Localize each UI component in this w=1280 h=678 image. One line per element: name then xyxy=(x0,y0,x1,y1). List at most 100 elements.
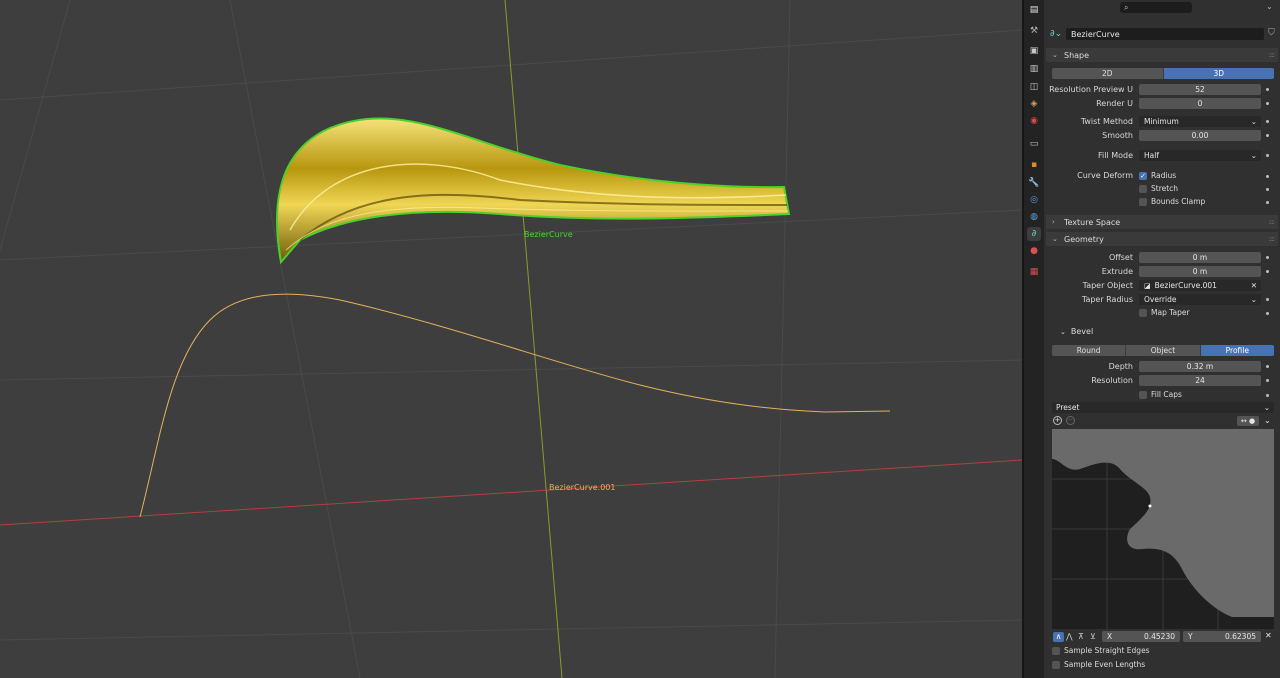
properties-tab-bar: ▤ ⚒ ▣ ▥ ◫ ◈ ◉ ▭ ▪ 🔧 ◎ ◍ ∂ ● ▦ xyxy=(1024,0,1044,678)
fake-user-shield-icon[interactable]: ⛉ xyxy=(1268,28,1278,40)
mode-3d-button[interactable]: 3D xyxy=(1163,68,1274,79)
shape-section-title: Shape xyxy=(1064,50,1090,60)
editor-type-icon[interactable]: ▤ xyxy=(1027,3,1041,17)
taper-object-field[interactable]: ◪ BezierCurve.001 ✕ xyxy=(1139,280,1261,291)
modifier-icon[interactable]: 🔧 xyxy=(1027,176,1041,190)
shape-section-header[interactable]: ⌄ Shape :::: xyxy=(1046,48,1278,62)
sample-straight-edges-checkbox[interactable]: Sample Straight Edges xyxy=(1052,646,1150,655)
keyframe-dot[interactable] xyxy=(1266,201,1269,204)
bevel-subpanel-header[interactable]: ⌄ Bevel xyxy=(1060,327,1093,336)
world-icon[interactable]: ◉ xyxy=(1027,114,1041,128)
stretch-checkbox[interactable]: Stretch xyxy=(1139,184,1178,193)
sample-even-lengths-label: Sample Even Lengths xyxy=(1064,660,1146,669)
collection-icon[interactable]: ▭ xyxy=(1027,137,1041,151)
data-icon[interactable]: ∂ xyxy=(1027,227,1041,241)
zoom-in-icon[interactable]: + xyxy=(1053,416,1062,425)
keyframe-dot[interactable] xyxy=(1266,175,1269,178)
output-icon[interactable]: ▥ xyxy=(1027,62,1041,76)
checkbox-box xyxy=(1052,646,1060,655)
bounds-clamp-checkbox[interactable]: Bounds Clamp xyxy=(1139,197,1205,206)
taper-radius-label: Taper Radius xyxy=(1081,295,1133,304)
bevel-resolution-label: Resolution xyxy=(1091,376,1133,385)
datablock-name-field[interactable]: BezierCurve xyxy=(1066,28,1264,40)
taper-radius-value: Override xyxy=(1144,295,1177,304)
grip-icon[interactable]: :::: xyxy=(1269,51,1276,59)
particles-icon[interactable]: ◎ xyxy=(1027,193,1041,207)
keyframe-dot[interactable] xyxy=(1266,154,1269,157)
keyframe-dot[interactable] xyxy=(1266,256,1269,259)
keyframe-dot[interactable] xyxy=(1266,379,1269,382)
chevron-down-icon: ⌄ xyxy=(1060,327,1066,336)
view-layer-icon[interactable]: ◫ xyxy=(1027,80,1041,94)
bevel-profile-button[interactable]: Profile xyxy=(1200,345,1274,356)
keyframe-dot[interactable] xyxy=(1266,134,1269,137)
twist-method-dropdown[interactable]: Minimum ⌄ xyxy=(1139,116,1261,127)
bounds-clamp-label: Bounds Clamp xyxy=(1151,197,1206,206)
render-icon[interactable]: ▣ xyxy=(1027,44,1041,58)
keyframe-dot[interactable] xyxy=(1266,102,1269,105)
depth-field[interactable]: 0.32 m xyxy=(1139,361,1261,372)
keyframe-dot[interactable] xyxy=(1266,188,1269,191)
radius-checkbox[interactable]: ✓ Radius xyxy=(1139,171,1176,180)
tool-icon[interactable]: ⚒ xyxy=(1027,24,1041,38)
extrude-field[interactable]: 0 m xyxy=(1139,266,1261,277)
preset-dropdown[interactable]: Preset ⌄ xyxy=(1052,402,1274,413)
fill-mode-dropdown[interactable]: Half ⌄ xyxy=(1139,150,1261,161)
material-icon[interactable]: ● xyxy=(1027,244,1041,258)
curve-data-icon[interactable]: ∂⌄ xyxy=(1050,29,1062,39)
keyframe-dot[interactable] xyxy=(1266,312,1269,315)
taper-radius-dropdown[interactable]: Override ⌄ xyxy=(1139,294,1261,305)
geometry-section-header[interactable]: ⌄ Geometry :::: xyxy=(1046,232,1278,246)
profile-control-point[interactable] xyxy=(1148,504,1152,508)
keyframe-dot[interactable] xyxy=(1266,270,1269,273)
delete-point-x-icon[interactable]: ✕ xyxy=(1265,631,1272,640)
y-coordinate-field[interactable]: Y 0.62305 xyxy=(1183,631,1261,642)
profile-curve-widget[interactable] xyxy=(1052,429,1274,629)
zoom-out-icon[interactable]: − xyxy=(1066,416,1075,425)
sample-even-lengths-checkbox[interactable]: Sample Even Lengths xyxy=(1052,660,1145,669)
bevel-round-button[interactable]: Round xyxy=(1052,345,1127,356)
handle-free-icon[interactable]: ⊼ xyxy=(1078,632,1084,641)
handle-aligned-icon[interactable]: ⊻ xyxy=(1090,632,1096,641)
search-input[interactable]: ⌕ xyxy=(1120,2,1192,13)
bezier-curve-object[interactable] xyxy=(275,117,791,265)
scene-icon[interactable]: ◈ xyxy=(1027,97,1041,111)
keyframe-dot[interactable] xyxy=(1266,298,1269,301)
smooth-field[interactable]: 0.00 xyxy=(1139,130,1261,141)
render-u-label: Render U xyxy=(1096,99,1133,108)
keyframe-dot[interactable] xyxy=(1266,365,1269,368)
x-coordinate-field[interactable]: X 0.45230 xyxy=(1102,631,1180,642)
chevron-down-icon[interactable]: ⌄ xyxy=(1264,416,1271,425)
bevel-object-button[interactable]: Object xyxy=(1126,345,1201,356)
map-taper-checkbox[interactable]: Map Taper xyxy=(1139,308,1190,317)
grip-icon[interactable]: :::: xyxy=(1269,235,1276,243)
depth-label: Depth xyxy=(1108,362,1133,371)
texture-space-section-header[interactable]: › Texture Space :::: xyxy=(1046,215,1278,229)
bevel-resolution-field[interactable]: 24 xyxy=(1139,375,1261,386)
chevron-right-icon: › xyxy=(1052,218,1055,226)
flip-icon[interactable]: ↔ ● xyxy=(1237,416,1259,426)
twist-method-label: Twist Method xyxy=(1080,117,1133,126)
taper-curve-object[interactable] xyxy=(139,293,891,518)
checkmark-icon: ✓ xyxy=(1139,171,1147,180)
physics-icon[interactable]: ◍ xyxy=(1027,210,1041,224)
pin-icon[interactable]: ⌄ xyxy=(1266,2,1273,11)
texture-space-title: Texture Space xyxy=(1064,217,1121,227)
texture-icon[interactable]: ▦ xyxy=(1027,265,1041,279)
clear-x-icon[interactable]: ✕ xyxy=(1251,281,1257,290)
keyframe-dot[interactable] xyxy=(1266,120,1269,123)
fill-caps-checkbox[interactable]: Fill Caps xyxy=(1139,390,1182,399)
handle-auto-icon[interactable]: ∧ xyxy=(1053,632,1064,642)
y-axis-line xyxy=(504,0,563,678)
3d-viewport[interactable]: BezierCurve BezierCurve.001 xyxy=(0,0,1022,678)
keyframe-dot[interactable] xyxy=(1266,88,1269,91)
handle-vector-icon[interactable]: ⋀ xyxy=(1066,632,1073,641)
object-icon[interactable]: ▪ xyxy=(1027,158,1041,172)
keyframe-dot[interactable] xyxy=(1266,394,1269,397)
offset-field[interactable]: 0 m xyxy=(1139,252,1261,263)
render-u-field[interactable]: 0 xyxy=(1139,98,1261,109)
geometry-title: Geometry xyxy=(1064,234,1104,244)
resolution-preview-u-field[interactable]: 52 xyxy=(1139,84,1261,95)
grip-icon[interactable]: :::: xyxy=(1269,218,1276,226)
mode-2d-button[interactable]: 2D xyxy=(1052,68,1164,79)
